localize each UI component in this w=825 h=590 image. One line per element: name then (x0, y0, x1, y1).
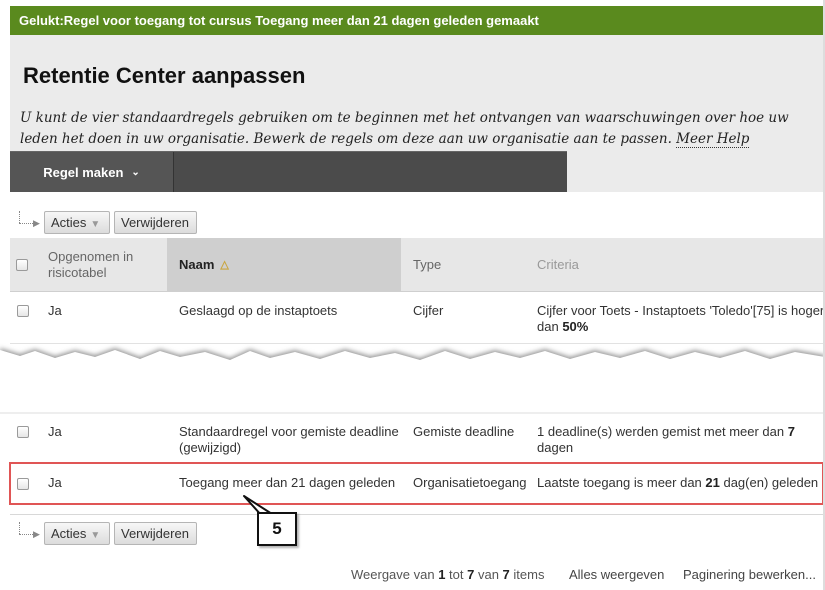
delete-button[interactable]: Verwijderen (114, 522, 197, 545)
sort-ascending-icon: △ (220, 259, 229, 271)
create-rule-label: Regel maken (43, 164, 124, 180)
row-checkbox[interactable] (17, 426, 29, 442)
row-checkbox[interactable] (17, 305, 29, 321)
table-row: Ja Standaardregel voor gemiste deadline … (10, 414, 825, 460)
row-type: Cijfer (413, 303, 444, 318)
table-row-highlighted: Ja Toegang meer dan 21 dagen geleden Org… (9, 462, 824, 505)
header-type[interactable]: Type (413, 238, 441, 292)
row-name[interactable]: Standaardregel voor gemiste deadline (ge… (179, 424, 405, 456)
edit-paging-link[interactable]: Paginering bewerken... (683, 567, 816, 582)
table-toolbar-top: ▶ Acties ▼ Verwijderen (10, 209, 825, 237)
row-name[interactable]: Toegang meer dan 21 dagen geleden (179, 475, 405, 491)
intro-text: U kunt de vier standaardregels gebruiken… (20, 108, 800, 150)
delete-button[interactable]: Verwijderen (114, 211, 197, 234)
row-included: Ja (48, 475, 62, 490)
success-notification: Gelukt:Regel voor toegang tot cursus Toe… (10, 6, 825, 35)
header-included[interactable]: Opgenomen in risicotabel (48, 238, 158, 292)
pagination-footer: Weergave van 1 tot 7 van 7 items Alles w… (10, 565, 825, 585)
select-all-checkbox[interactable] (16, 238, 28, 292)
select-arrow-icon: ▶ (17, 211, 40, 228)
select-arrow-icon: ▶ (17, 522, 40, 539)
actions-button[interactable]: Acties ▼ (44, 211, 110, 234)
row-criteria: Cijfer voor Toets - Instaptoets 'Toledo'… (537, 303, 825, 334)
row-criteria: Laatste toegang is meer dan 21 dag(en) g… (537, 475, 819, 490)
item-count: Weergave van 1 tot 7 van 7 items (351, 567, 545, 582)
table-header: Opgenomen in risicotabel Naam △ Type Crit… (10, 238, 825, 292)
chevron-down-icon: ⌄ (131, 166, 140, 178)
table-toolbar-bottom: ▶ Acties ▼ Verwijderen (10, 520, 825, 548)
row-criteria: 1 deadline(s) werden gemist met meer dan… (537, 424, 795, 455)
row-type: Gemiste deadline (413, 424, 515, 439)
actions-button[interactable]: Acties ▼ (44, 522, 110, 545)
torn-edge-separator (0, 348, 825, 414)
header-criteria: Criteria (537, 257, 579, 272)
chevron-down-icon: ▼ (90, 219, 101, 230)
header-name[interactable]: Naam △ (167, 238, 401, 292)
row-name[interactable]: Geslaagd op de instaptoets (179, 303, 405, 319)
row-type: Organisatietoegang (413, 475, 527, 490)
row-included: Ja (48, 303, 62, 318)
intro-description: U kunt de vier standaardregels gebruiken… (20, 110, 789, 147)
row-included: Ja (48, 424, 62, 439)
create-rule-button[interactable]: Regel maken ⌄ (10, 152, 174, 192)
chevron-down-icon: ▼ (90, 530, 101, 541)
action-bar: Regel maken ⌄ (10, 151, 567, 192)
show-all-link[interactable]: Alles weergeven (569, 567, 664, 582)
page-title: Retentie Center aanpassen (23, 63, 306, 88)
more-help-link[interactable]: Meer Help (676, 131, 750, 148)
step-callout: 5 (257, 512, 297, 546)
table-bottom-border (10, 514, 825, 515)
row-checkbox[interactable] (17, 478, 29, 494)
